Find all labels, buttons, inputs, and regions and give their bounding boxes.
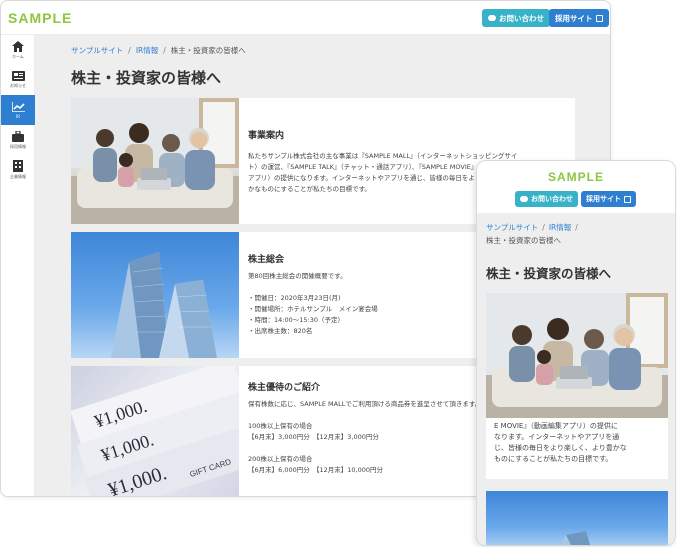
mobile-page-title: 株主・投資家の皆様へ — [486, 266, 612, 281]
recruit-label: 採用サイト — [555, 13, 593, 23]
mobile-main-content: サンプルサイト / IR情報 / 株主・投資家の皆様へ 株主・投資家の皆様へ E… — [477, 213, 675, 545]
chart-icon — [11, 101, 25, 112]
mobile-contact-button[interactable]: お問い合わせ — [515, 191, 578, 207]
sidebar-item-recruit[interactable]: 採用情報 — [1, 125, 35, 155]
breadcrumb-separator: / — [575, 223, 578, 232]
mobile-site-logo[interactable]: SAMPLE — [477, 170, 675, 184]
mobile-header: SAMPLE お問い合わせ 採用サイト — [477, 161, 675, 213]
breadcrumb-home-link[interactable]: サンプルサイト — [71, 46, 123, 55]
sidebar: ホーム お知らせ IR 採用情報 企業情報 — [1, 35, 35, 496]
chat-icon — [520, 196, 528, 202]
external-link-icon — [624, 195, 631, 203]
mobile-window: SAMPLE お問い合わせ 採用サイト サンプルサイト / IR情報 / 株主・投資家の… — [476, 160, 676, 546]
recruit-label: 採用サイト — [586, 195, 621, 203]
breadcrumb-separator: / — [163, 46, 166, 55]
building-photo — [486, 491, 668, 545]
mobile-meeting-card — [486, 491, 668, 545]
card-text: E MOVIE』（動画編集アプリ）の提供に なります。インターネットやアプリを通… — [494, 422, 627, 463]
briefcase-icon — [12, 130, 24, 142]
building-photo — [71, 232, 239, 358]
home-icon — [12, 40, 24, 52]
card-title: 事業案内 — [248, 131, 285, 141]
breadcrumb-current: 株主・投資家の皆様へ — [486, 236, 561, 245]
breadcrumb-ir-link[interactable]: IR情報 — [549, 223, 571, 232]
site-header: SAMPLE お問い合わせ 採用サイト — [1, 1, 610, 35]
chat-icon — [488, 15, 496, 21]
sidebar-item-ir[interactable]: IR — [1, 95, 35, 125]
breadcrumb-current: 株主・投資家の皆様へ — [170, 46, 246, 55]
contact-label: お問い合わせ — [531, 195, 573, 203]
sidebar-item-label: ホーム — [12, 53, 24, 59]
breadcrumb-ir-link[interactable]: IR情報 — [136, 46, 158, 55]
breadcrumb-separator: / — [542, 223, 545, 232]
mobile-business-card: E MOVIE』（動画編集アプリ）の提供に なります。インターネットやアプリを通… — [486, 293, 668, 479]
sidebar-item-label: お知らせ — [10, 83, 26, 88]
news-icon — [11, 71, 25, 81]
breadcrumb-home-link[interactable]: サンプルサイト — [486, 223, 538, 232]
breadcrumb-separator: / — [128, 46, 131, 55]
external-link-icon — [595, 14, 603, 22]
family-photo — [71, 98, 239, 224]
page-title: 株主・投資家の皆様へ — [71, 69, 222, 87]
mobile-recruit-site-button[interactable]: 採用サイト — [581, 191, 636, 207]
gift-card-photo: ¥1,000. ¥1,000. ¥1,000. GIFT CARD — [71, 366, 258, 496]
mobile-breadcrumb: サンプルサイト / IR情報 / 株主・投資家の皆様へ — [486, 221, 666, 247]
contact-button[interactable]: お問い合わせ — [482, 9, 550, 27]
sidebar-item-label: 企業情報 — [10, 174, 26, 179]
site-logo[interactable]: SAMPLE — [8, 10, 72, 26]
sidebar-item-home[interactable]: ホーム — [1, 35, 35, 65]
sidebar-item-label: IR — [16, 113, 20, 119]
sidebar-item-company[interactable]: 企業情報 — [1, 155, 35, 185]
building-icon — [13, 160, 23, 172]
sidebar-item-label: 採用情報 — [10, 143, 26, 149]
recruit-site-button[interactable]: 採用サイト — [549, 9, 609, 27]
family-photo — [486, 293, 668, 418]
breadcrumb: サンプルサイト / IR情報 / 株主・投資家の皆様へ — [71, 45, 246, 56]
sidebar-item-news[interactable]: お知らせ — [1, 65, 35, 95]
contact-label: お問い合わせ — [499, 13, 544, 23]
